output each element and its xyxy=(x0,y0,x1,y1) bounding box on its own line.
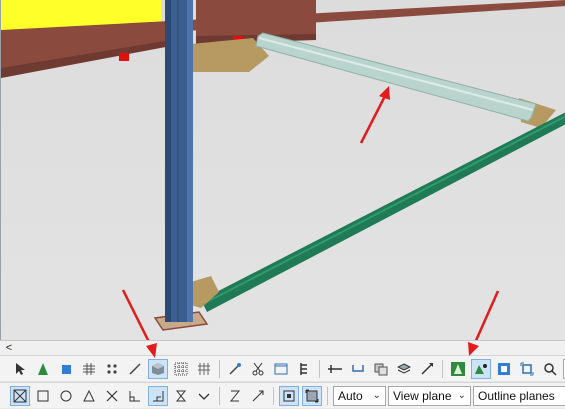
snap-z-icon[interactable] xyxy=(225,386,245,406)
plane-value: View plane xyxy=(393,388,452,403)
window-icon[interactable] xyxy=(271,359,291,379)
grid-dotted-icon[interactable] xyxy=(79,359,99,379)
horizontal-scrollbar[interactable]: < xyxy=(0,340,565,355)
snap-depth-dropdown[interactable]: Auto ⌄ xyxy=(333,385,386,406)
steel-beam-right xyxy=(196,0,316,36)
snap-circle-icon[interactable] xyxy=(56,386,76,406)
select-frame-icon[interactable] xyxy=(517,359,537,379)
green-tree-icon[interactable] xyxy=(448,359,468,379)
snap-toolbar: Auto ⌄ View plane ⌄ Outline planes⌄ xyxy=(0,382,565,408)
snap-cross-icon[interactable] xyxy=(102,386,122,406)
annotation-arrows xyxy=(359,86,390,144)
zoom-icon[interactable] xyxy=(540,359,560,379)
layers-icon[interactable] xyxy=(394,359,414,379)
model-viewport[interactable] xyxy=(0,0,565,340)
selection-toolbar: s xyxy=(0,355,565,381)
blue-target-icon[interactable] xyxy=(494,359,514,379)
cup-icon[interactable] xyxy=(348,359,368,379)
plane-dropdown[interactable]: View plane ⌄ xyxy=(388,385,471,406)
snap-frame-icon[interactable] xyxy=(302,385,322,406)
model-scene xyxy=(1,0,565,340)
snap-corner-icon[interactable] xyxy=(148,385,168,406)
snap-chevron-icon[interactable] xyxy=(194,386,214,406)
select-pointer-icon[interactable] xyxy=(10,359,30,379)
snap-box-icon[interactable] xyxy=(10,385,30,406)
snap-depth-value: Auto xyxy=(338,388,363,403)
dots-icon[interactable] xyxy=(102,359,122,379)
grid-points-icon[interactable] xyxy=(194,359,214,379)
snap-hourglass-icon[interactable] xyxy=(171,386,191,406)
light-brace xyxy=(255,32,537,122)
ladder-icon[interactable] xyxy=(294,359,314,379)
scissors-icon[interactable] xyxy=(248,359,268,379)
outline-planes-dropdown[interactable]: Outline planes⌄ xyxy=(473,385,565,406)
green-brace xyxy=(201,112,565,312)
grid-select-icon[interactable] xyxy=(171,359,191,379)
snap-square-icon[interactable] xyxy=(33,386,53,406)
line-icon[interactable] xyxy=(125,359,145,379)
wand-icon[interactable] xyxy=(225,359,245,379)
beam-icon[interactable] xyxy=(325,359,345,379)
snap-angle-icon[interactable] xyxy=(248,386,268,406)
bolt-marker xyxy=(119,53,129,61)
green-node-icon[interactable] xyxy=(471,358,491,379)
outline-planes-value: Outline planes xyxy=(478,388,555,403)
chevron-down-icon: ⌄ xyxy=(372,390,381,401)
box-3d-icon[interactable] xyxy=(148,358,168,379)
pencil-arrow-icon[interactable] xyxy=(417,359,437,379)
green-cone-icon[interactable] xyxy=(33,359,53,379)
snap-perpendicular-icon[interactable] xyxy=(125,386,145,406)
chevron-down-icon: ⌄ xyxy=(457,390,466,401)
snap-center-icon[interactable] xyxy=(279,385,299,406)
snap-triangle-icon[interactable] xyxy=(79,386,99,406)
scroll-left-button[interactable]: < xyxy=(2,341,16,355)
blue-square-icon[interactable] xyxy=(56,359,76,379)
plates-icon[interactable] xyxy=(371,359,391,379)
